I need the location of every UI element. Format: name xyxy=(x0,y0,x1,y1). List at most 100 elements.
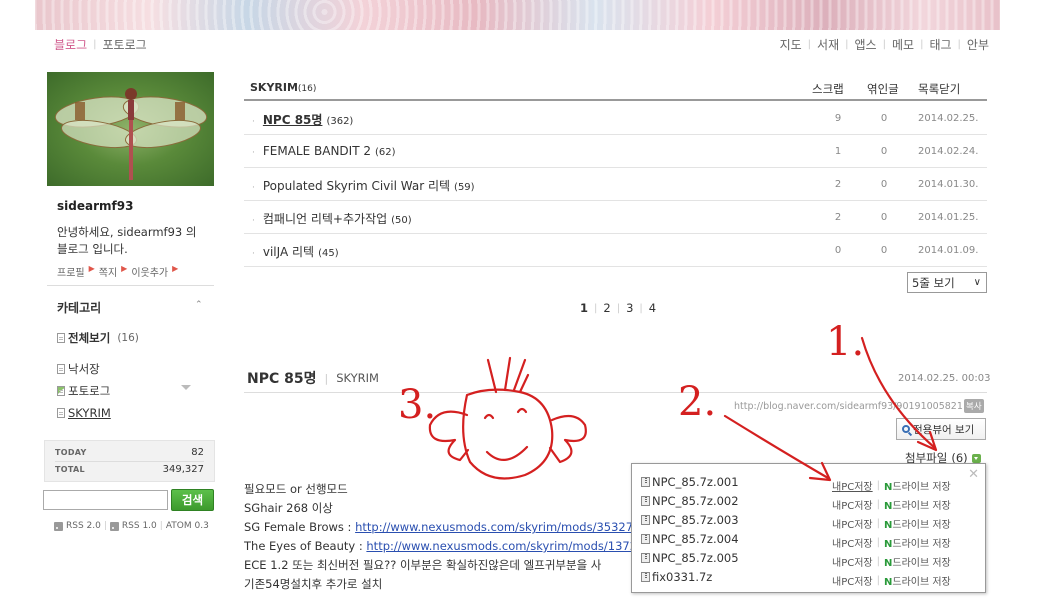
save-pc-link[interactable]: 내PC저장 xyxy=(832,516,873,531)
visitor-stats: TODAY 82 TOTAL 349,327 xyxy=(44,440,215,482)
attachment-save: 내PC저장 | N드라이브 저장 xyxy=(832,497,951,512)
triangle-right-icon: ▶ xyxy=(88,264,95,273)
category-item-notes[interactable]: 낙서장 xyxy=(57,361,100,377)
post-link[interactable]: Populated Skyrim Civil War 리텍 xyxy=(263,177,450,194)
category-label: 전체보기 xyxy=(68,331,111,345)
viewer-button-label: 전용뷰어 보기 xyxy=(913,423,975,436)
save-ndrive-link[interactable]: N드라이브 저장 xyxy=(884,478,951,493)
list-item[interactable]: · vilJA 리텍 (45) 0 0 2014.01.09. xyxy=(244,234,987,267)
dropdown-arrow-icon[interactable] xyxy=(181,385,191,390)
add-neighbor-link[interactable]: 이웃추가 xyxy=(131,264,168,279)
page-link[interactable]: 4 xyxy=(649,301,656,315)
save-pc-link[interactable]: 내PC저장 xyxy=(832,478,873,493)
viewer-button[interactable]: 전용뷰어 보기 xyxy=(896,418,986,440)
copy-url-button[interactable]: 복사 xyxy=(964,399,984,413)
post-link[interactable]: vilJA 리텍 xyxy=(263,243,314,260)
attachment-save: 내PC저장 | N드라이브 저장 xyxy=(832,535,951,550)
attachment-file[interactable]: NPC_85.7z.002 xyxy=(641,494,739,508)
save-pc-link[interactable]: 내PC저장 xyxy=(832,497,873,512)
dragonfly-icon xyxy=(54,88,208,180)
document-icon xyxy=(57,408,65,418)
post-link[interactable]: FEMALE BANDIT 2 xyxy=(263,144,371,158)
attachment-file[interactable]: NPC_85.7z.004 xyxy=(641,532,739,546)
column-trackback: 엮인글 xyxy=(867,82,899,96)
blog-greeting: 안녕하세요, sidearmf93 의 블로그 입니다. xyxy=(57,225,197,256)
save-ndrive-link[interactable]: N드라이브 저장 xyxy=(884,573,951,588)
profile-image[interactable] xyxy=(47,72,214,186)
mod-link[interactable]: http://www.nexusmods.com/skyrim/mods/137… xyxy=(366,539,654,553)
zip-icon xyxy=(641,515,650,525)
rss-2-link[interactable]: RSS 2.0 xyxy=(66,521,101,531)
save-ndrive-link[interactable]: N드라이브 저장 xyxy=(884,554,951,569)
category-label: 포토로그 xyxy=(68,384,111,398)
attachment-file[interactable]: fix0331.7z xyxy=(641,570,712,584)
trackback-count: 0 xyxy=(880,179,888,190)
attachment-file[interactable]: NPC_85.7z.001 xyxy=(641,475,739,489)
rss-icon xyxy=(109,521,119,531)
top-link-guestbook[interactable]: 안부 xyxy=(967,36,989,53)
profile-link[interactable]: 프로필 xyxy=(57,264,85,279)
top-link-memo[interactable]: 메모 xyxy=(892,36,914,53)
top-link-tag[interactable]: 태그 xyxy=(929,36,951,53)
category-item-all[interactable]: 전체보기 (16) xyxy=(57,330,139,346)
save-pc-link[interactable]: 내PC저장 xyxy=(832,573,873,588)
list-item[interactable]: · Populated Skyrim Civil War 리텍 (59) 2 0 2… xyxy=(244,168,987,201)
save-ndrive-link[interactable]: N드라이브 저장 xyxy=(884,535,951,550)
post-datetime: 2014.02.25. 00:03 xyxy=(898,373,991,384)
scrap-count: 2 xyxy=(834,212,842,223)
category-count: (16) xyxy=(117,332,139,344)
close-icon[interactable]: ✕ xyxy=(968,467,979,482)
save-ndrive-link[interactable]: N드라이브 저장 xyxy=(884,497,951,512)
view-count: (59) xyxy=(454,182,475,193)
post-body: 필요모드 or 선행모드 SGhair 268 이상 SG Female Bro… xyxy=(244,480,664,594)
trackback-count: 0 xyxy=(880,113,888,124)
mod-link[interactable]: http://www.nexusmods.com/skyrim/mods/353… xyxy=(355,520,643,534)
search-button[interactable]: 검색 xyxy=(171,489,214,511)
divider xyxy=(244,392,987,393)
rss-icon xyxy=(54,521,63,531)
rows-per-page-select[interactable]: 5줄 보기 ∨ xyxy=(907,272,987,293)
top-link-apps[interactable]: 앱스 xyxy=(855,36,877,53)
rss-1-link[interactable]: RSS 1.0 xyxy=(122,521,157,531)
tab-blog[interactable]: 블로그 xyxy=(54,36,87,53)
divider xyxy=(47,285,214,286)
scrap-count: 2 xyxy=(834,179,842,190)
top-link-library[interactable]: 서재 xyxy=(817,36,839,53)
post-link[interactable]: 컴패니언 리텍+추가작업 xyxy=(263,210,387,227)
category-item-skyrim[interactable]: SKYRIM xyxy=(57,406,111,420)
atom-link[interactable]: ATOM 0.3 xyxy=(166,521,209,531)
attachment-file[interactable]: NPC_85.7z.005 xyxy=(641,551,739,565)
save-ndrive-link[interactable]: N드라이브 저장 xyxy=(884,516,951,531)
message-link[interactable]: 쪽지 xyxy=(99,264,117,279)
view-count: (362) xyxy=(326,116,354,127)
category-collapse-icon[interactable]: ⌃ xyxy=(195,300,203,310)
category-item-photolog[interactable]: 포토로그 xyxy=(57,383,110,399)
page-link[interactable]: 1 xyxy=(580,301,588,315)
body-line: SG Female Brows : http://www.nexusmods.c… xyxy=(244,520,644,534)
post-date: 2014.02.24. xyxy=(918,146,979,157)
attachment-file[interactable]: NPC_85.7z.003 xyxy=(641,513,739,527)
list-item[interactable]: · NPC 85명 (362) 9 0 2014.02.25. xyxy=(244,102,987,135)
total-label: TOTAL xyxy=(55,465,85,474)
list-item[interactable]: · FEMALE BANDIT 2 (62) 1 0 2014.02.24. xyxy=(244,135,987,168)
post-url[interactable]: http://blog.naver.com/sidearmf93/9019100… xyxy=(734,401,963,412)
save-pc-link[interactable]: 내PC저장 xyxy=(832,535,873,550)
search-input[interactable] xyxy=(43,490,168,510)
doodle-face xyxy=(462,388,554,480)
attachment-save: 내PC저장 | N드라이브 저장 xyxy=(832,478,951,493)
total-count: 349,327 xyxy=(162,464,204,475)
post-category[interactable]: SKYRIM xyxy=(336,371,379,385)
post-link[interactable]: NPC 85명 xyxy=(263,111,323,128)
page-link[interactable]: 3 xyxy=(626,301,633,315)
tab-photolog[interactable]: 포토로그 xyxy=(103,36,147,53)
document-icon xyxy=(57,333,65,343)
view-count: (50) xyxy=(391,215,412,226)
page-link[interactable]: 2 xyxy=(603,301,610,315)
document-icon xyxy=(57,364,65,374)
header-banner xyxy=(35,0,1000,30)
top-link-map[interactable]: 지도 xyxy=(780,36,802,53)
close-list-link[interactable]: 목록닫기 xyxy=(918,81,960,97)
blog-username: sidearmf93 xyxy=(57,199,134,213)
list-item[interactable]: · 컴패니언 리텍+추가작업 (50) 2 0 2014.01.25. xyxy=(244,201,987,234)
save-pc-link[interactable]: 내PC저장 xyxy=(832,554,873,569)
